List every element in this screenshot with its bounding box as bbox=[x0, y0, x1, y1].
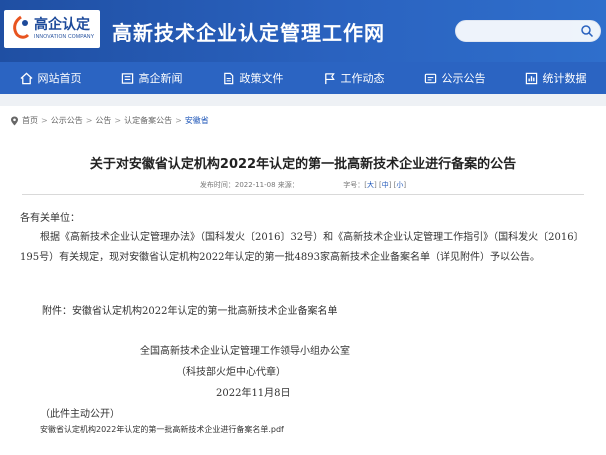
main-paragraph: 根据《高新技术企业认定管理办法》（国科发火〔2016〕32号）和《高新技术企业认… bbox=[20, 232, 584, 263]
chart-icon bbox=[525, 72, 537, 84]
attachment-line: 附件：安徽省认定机构2022年认定的第一批高新技术企业备案名单 bbox=[42, 306, 338, 317]
site-header: 高企认定 INNOVATION COMPANY 高新技术企业认定管理工作网 bbox=[0, 0, 606, 62]
news-icon bbox=[121, 72, 133, 84]
nav-item-label: 公示公告 bbox=[441, 72, 486, 85]
flag-icon bbox=[324, 72, 335, 84]
title-divider bbox=[22, 194, 584, 195]
site-title: 高新技术企业认定管理工作网 bbox=[112, 21, 385, 45]
nav-item-announcements[interactable]: 公示公告 bbox=[404, 62, 505, 94]
breadcrumb: 首页 > 公示公告 > 公告 > 认定备案公告 > 安徽省 bbox=[10, 115, 209, 126]
nav-item-news[interactable]: 高企新闻 bbox=[101, 62, 202, 94]
signature-sub: （科技部火炬中心代章） bbox=[176, 367, 286, 378]
nav-item-statistics[interactable]: 统计数据 bbox=[505, 62, 606, 94]
breadcrumb-separator: > bbox=[85, 116, 93, 125]
breadcrumb-announcements[interactable]: 公示公告 bbox=[51, 115, 83, 126]
logo-mark-icon bbox=[13, 15, 30, 39]
site-logo[interactable]: 高企认定 INNOVATION COMPANY bbox=[4, 10, 100, 48]
search-input[interactable] bbox=[456, 21, 576, 41]
nav-item-updates[interactable]: 工作动态 bbox=[303, 62, 404, 94]
nav-item-label: 统计数据 bbox=[542, 72, 587, 85]
publish-date: 2022-11-08 来源： bbox=[234, 181, 299, 189]
search-box bbox=[455, 20, 601, 42]
breadcrumb-filing[interactable]: 认定备案公告 bbox=[124, 115, 172, 126]
location-pin-icon bbox=[11, 116, 18, 125]
logo-subtext: INNOVATION COMPANY bbox=[34, 34, 95, 40]
nav-item-label: 高企新闻 bbox=[138, 72, 183, 85]
announcement-icon bbox=[424, 73, 436, 83]
page-gap bbox=[0, 94, 606, 106]
breadcrumb-separator: > bbox=[175, 116, 182, 125]
breadcrumb-separator: > bbox=[41, 116, 48, 125]
font-size-label: 字号： bbox=[343, 181, 365, 189]
attachment-file-link[interactable]: 安徽省认定机构2022年认定的第一批高新技术企业进行备案名单.pdf bbox=[40, 424, 284, 435]
font-size-large[interactable]: 大 bbox=[367, 181, 374, 189]
home-icon bbox=[19, 72, 33, 84]
main-nav: 网站首页 高企新闻 政策文件 工作动态 公示公告 统计数据 bbox=[0, 62, 606, 94]
breadcrumb-home[interactable]: 首页 bbox=[22, 115, 38, 126]
article-card: 首页 > 公示公告 > 公告 > 认定备案公告 > 安徽省 关于对安徽省认定机构… bbox=[4, 106, 602, 455]
article-meta: 发布时间：2022-11-08 来源： 字号：[大] [中] [小] bbox=[199, 181, 407, 189]
font-size-small[interactable]: 小 bbox=[396, 181, 403, 189]
font-size-medium[interactable]: 中 bbox=[382, 181, 389, 189]
search-icon[interactable] bbox=[580, 24, 594, 38]
nav-item-label: 网站首页 bbox=[37, 72, 82, 85]
publish-label: 发布时间： bbox=[199, 181, 235, 189]
signature-org: 全国高新技术企业认定管理工作领导小组办公室 bbox=[140, 346, 350, 357]
nav-item-home[interactable]: 网站首页 bbox=[0, 62, 101, 94]
breadcrumb-notice[interactable]: 公告 bbox=[95, 115, 111, 126]
document-icon bbox=[223, 72, 233, 84]
public-note: （此件主动公开） bbox=[40, 409, 120, 420]
signature-date: 2022年11月8日 bbox=[216, 388, 291, 399]
breadcrumb-separator: > bbox=[114, 116, 122, 125]
logo-text: 高企认定 bbox=[34, 17, 90, 33]
nav-item-policy[interactable]: 政策文件 bbox=[202, 62, 303, 94]
breadcrumb-current[interactable]: 安徽省 bbox=[185, 115, 209, 126]
nav-item-label: 工作动态 bbox=[340, 72, 385, 85]
salutation: 各有关单位： bbox=[20, 213, 80, 224]
article-title: 关于对安徽省认定机构2022年认定的第一批高新技术企业进行备案的公告 bbox=[89, 157, 517, 172]
nav-item-label: 政策文件 bbox=[239, 72, 284, 85]
